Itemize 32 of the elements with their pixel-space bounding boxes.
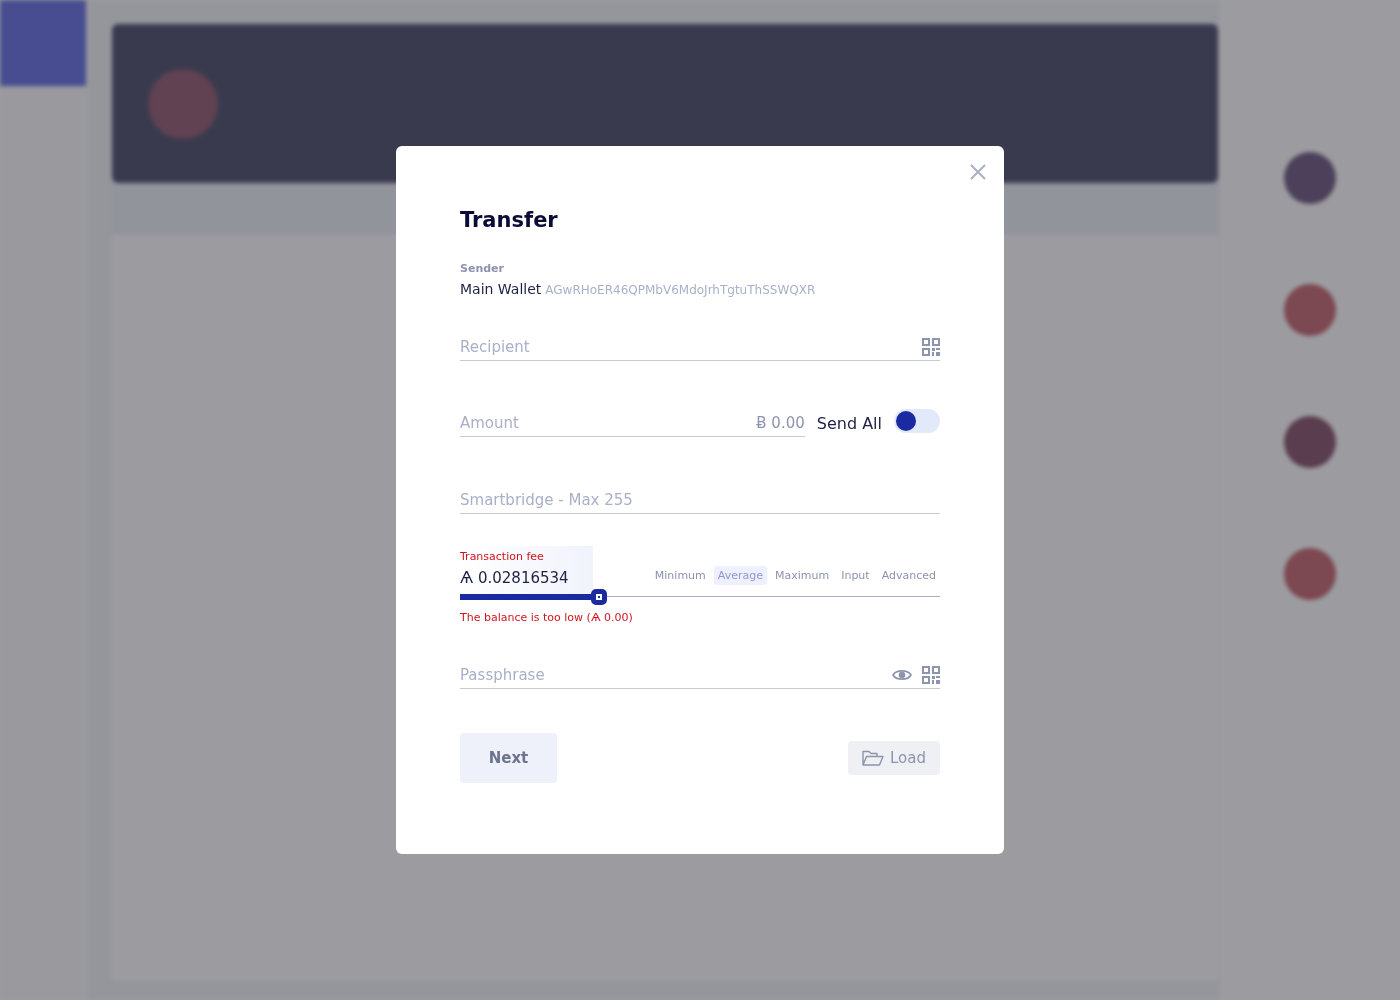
passphrase-field[interactable]: Passphrase <box>460 666 882 684</box>
dialog-title: Transfer <box>460 208 559 232</box>
sender-label: Sender <box>460 262 505 275</box>
fee-option-tab[interactable]: Maximum <box>770 566 834 585</box>
amount-field[interactable]: Amount <box>460 414 747 432</box>
send-all-toggle[interactable] <box>894 409 940 433</box>
wallet-avatar <box>148 68 218 139</box>
eye-icon[interactable] <box>892 668 912 682</box>
fee-error-message: The balance is too low (Ѧ 0.00) <box>460 611 634 624</box>
fee-value: Ѧ 0.02816534 <box>460 569 569 587</box>
wallet-avatar <box>1284 416 1336 468</box>
qr-code-icon[interactable] <box>922 666 940 684</box>
wallet-avatar <box>1284 548 1336 600</box>
recipient-field[interactable]: Recipient <box>460 338 912 356</box>
wallet-avatar <box>1284 284 1336 336</box>
fee-option-tab[interactable]: Minimum <box>650 566 710 585</box>
send-all-label: Send All <box>816 414 882 435</box>
fee-option-tab[interactable]: Average <box>713 566 767 585</box>
wallet-avatar <box>1284 152 1336 204</box>
slider-thumb[interactable] <box>591 589 608 605</box>
qr-code-icon[interactable] <box>922 338 940 356</box>
fee-label: Transaction fee <box>460 550 545 563</box>
load-button[interactable]: Load <box>848 741 940 775</box>
fee-option-tab[interactable]: Advanced <box>877 566 940 585</box>
next-button[interactable]: Next <box>460 733 557 783</box>
sender-name: Main Wallet <box>460 281 542 297</box>
close-icon[interactable] <box>969 163 987 181</box>
folder-icon <box>862 750 884 766</box>
balance-value: Ƀ 0.00 <box>756 414 805 432</box>
sender-address: AGwRHoER46QPMbV6MdoJrhTgtuThSSWQXR <box>545 283 816 297</box>
fee-option-tab[interactable]: Input <box>837 566 874 585</box>
smartbridge-field[interactable]: Smartbridge - Max 255 <box>460 491 940 509</box>
